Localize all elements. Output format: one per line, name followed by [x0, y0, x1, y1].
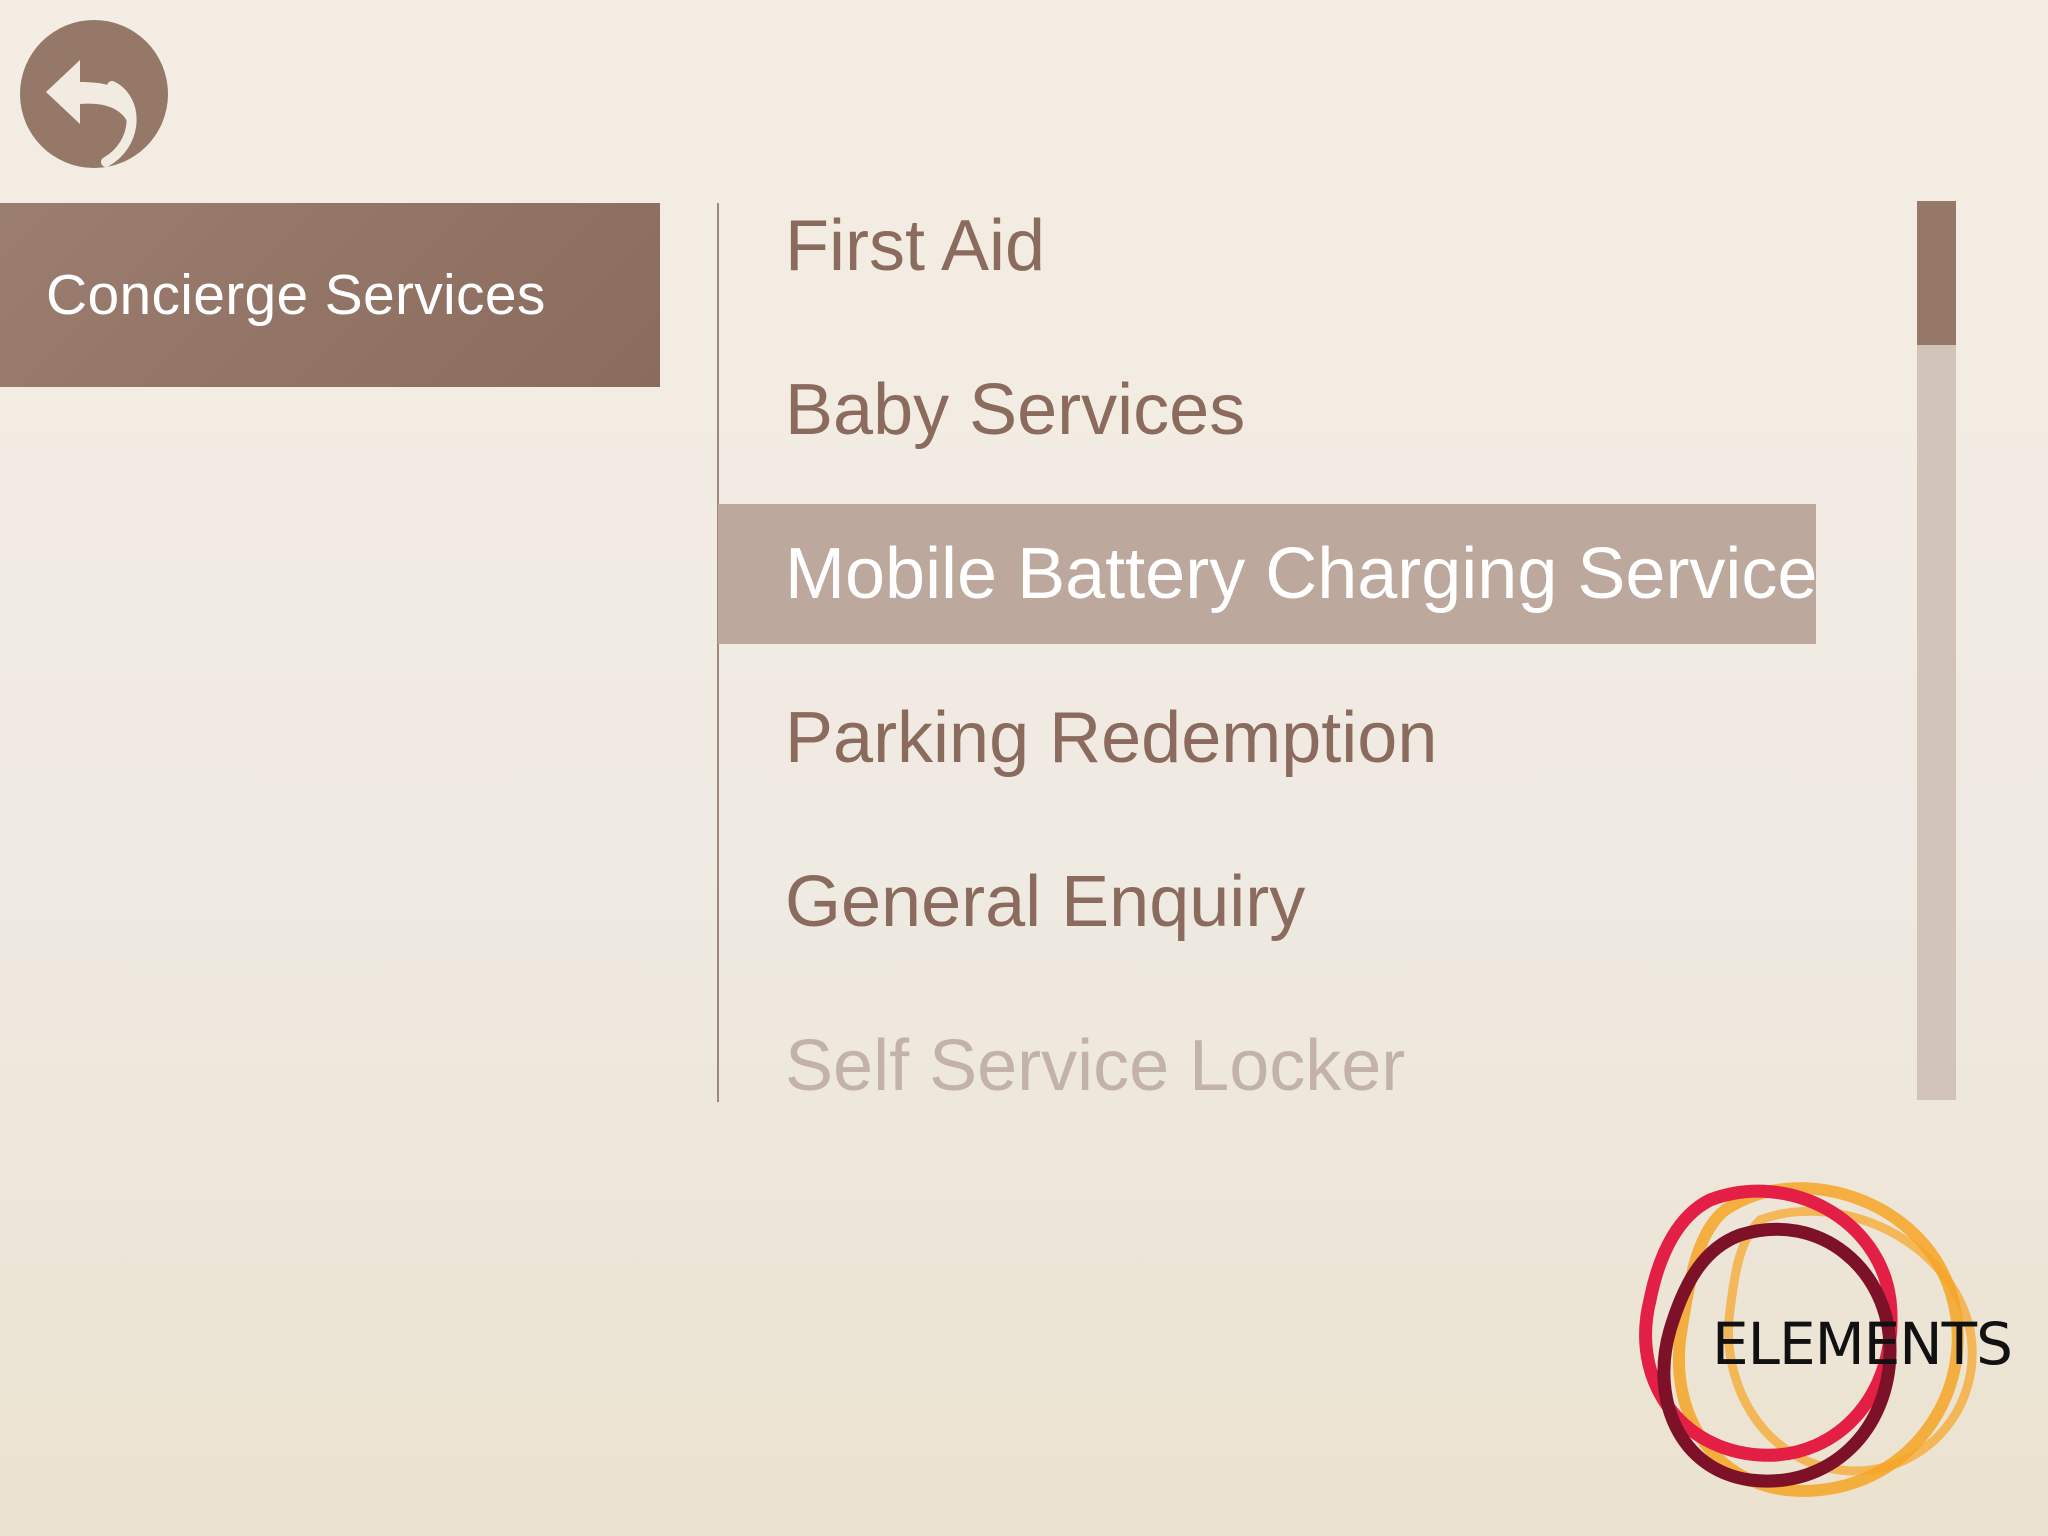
service-item-mobile-battery-charging[interactable]: Mobile Battery Charging Service: [718, 504, 1816, 644]
category-tab-label: Concierge Services: [46, 263, 546, 327]
service-item-baby-services[interactable]: Baby Services: [718, 328, 1816, 492]
service-item-label: First Aid: [785, 206, 1046, 286]
back-arrow-icon: [46, 60, 137, 167]
service-list[interactable]: First Aid Baby Services Mobile Battery C…: [718, 164, 1816, 1102]
service-item-label: Baby Services: [785, 370, 1246, 450]
service-item-label: Self Service Locker: [785, 1026, 1406, 1102]
back-button[interactable]: [20, 20, 168, 168]
service-item-label: General Enquiry: [785, 862, 1306, 942]
service-item-parking-redemption[interactable]: Parking Redemption: [718, 656, 1816, 820]
elements-logo-text: ELEMENTS: [1712, 1310, 2013, 1378]
service-item-first-aid[interactable]: First Aid: [718, 164, 1816, 328]
service-item-general-enquiry[interactable]: General Enquiry: [718, 820, 1816, 984]
scrollbar-thumb[interactable]: [1917, 201, 1956, 345]
scrollbar-track[interactable]: [1917, 201, 1956, 1100]
category-tab-concierge-services[interactable]: Concierge Services: [0, 203, 660, 387]
service-item-self-service-locker[interactable]: Self Service Locker: [718, 984, 1816, 1102]
service-item-label: Parking Redemption: [785, 698, 1438, 778]
elements-logo: ELEMENTS: [1590, 1170, 2013, 1500]
service-item-label: Mobile Battery Charging Service: [785, 534, 1816, 614]
